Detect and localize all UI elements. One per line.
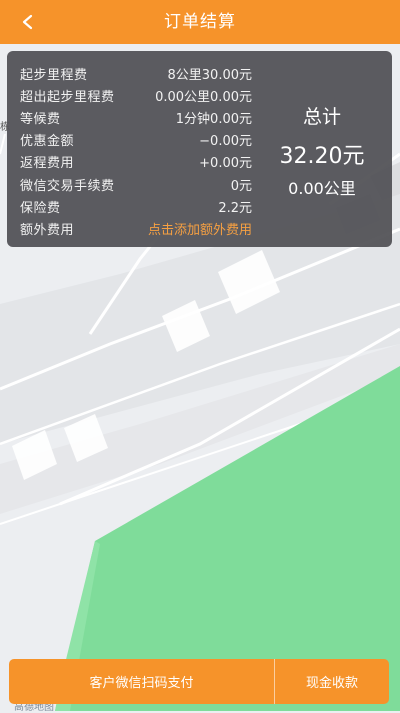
fee-label: 保险费 bbox=[20, 200, 61, 216]
top-bar: 订单结算 bbox=[0, 0, 400, 44]
fee-row-discount: 优惠金额 −0.00元 bbox=[20, 129, 252, 151]
fee-row-return: 返程费用 +0.00元 bbox=[20, 151, 252, 173]
fee-row-insurance: 保险费 2.2元 bbox=[20, 195, 252, 217]
cash-collect-button[interactable]: 现金收款 bbox=[274, 659, 389, 704]
total-distance: 0.00公里 bbox=[288, 179, 356, 198]
fee-row-waiting: 等候费 1分钟0.00元 bbox=[20, 106, 252, 128]
add-extra-fee-link[interactable]: 点击添加额外费用 bbox=[148, 219, 252, 238]
fee-value: 0元 bbox=[230, 178, 252, 194]
fee-label: 微信交易手续费 bbox=[20, 178, 115, 194]
fee-label: 返程费用 bbox=[20, 156, 75, 172]
fee-label: 优惠金额 bbox=[20, 134, 75, 150]
fee-list: 起步里程费 8公里30.00元 超出起步里程费 0.00公里0.00元 等候费 … bbox=[20, 62, 252, 240]
payment-actions: 客户微信扫码支付 现金收款 bbox=[9, 659, 389, 704]
fee-value: −0.00元 bbox=[199, 134, 252, 150]
fee-label: 等候费 bbox=[20, 111, 61, 127]
fee-summary-panel: 起步里程费 8公里30.00元 超出起步里程费 0.00公里0.00元 等候费 … bbox=[7, 51, 392, 247]
fee-value: 2.2元 bbox=[218, 200, 252, 216]
fee-row-extra: 额外费用 点击添加额外费用 bbox=[20, 217, 252, 239]
fee-label: 超出起步里程费 bbox=[20, 89, 115, 105]
total-summary: 总计 32.20元 0.00公里 bbox=[257, 51, 387, 247]
fee-value: 1分钟0.00元 bbox=[175, 111, 252, 127]
fee-value: 0.00公里0.00元 bbox=[155, 89, 252, 105]
fee-label: 起步里程费 bbox=[20, 67, 88, 83]
fee-label: 额外费用 bbox=[20, 222, 75, 238]
page-title: 订单结算 bbox=[164, 12, 236, 32]
total-label: 总计 bbox=[302, 106, 341, 128]
fee-value: 8公里30.00元 bbox=[167, 67, 253, 83]
fee-row-wechat-fee: 微信交易手续费 0元 bbox=[20, 173, 252, 195]
fee-value: +0.00元 bbox=[199, 156, 252, 172]
wechat-scan-pay-button[interactable]: 客户微信扫码支付 bbox=[9, 659, 274, 704]
fee-row-base-mileage: 起步里程费 8公里30.00元 bbox=[20, 62, 252, 84]
fee-row-extra-mileage: 超出起步里程费 0.00公里0.00元 bbox=[20, 84, 252, 106]
total-amount: 32.20元 bbox=[279, 144, 365, 169]
